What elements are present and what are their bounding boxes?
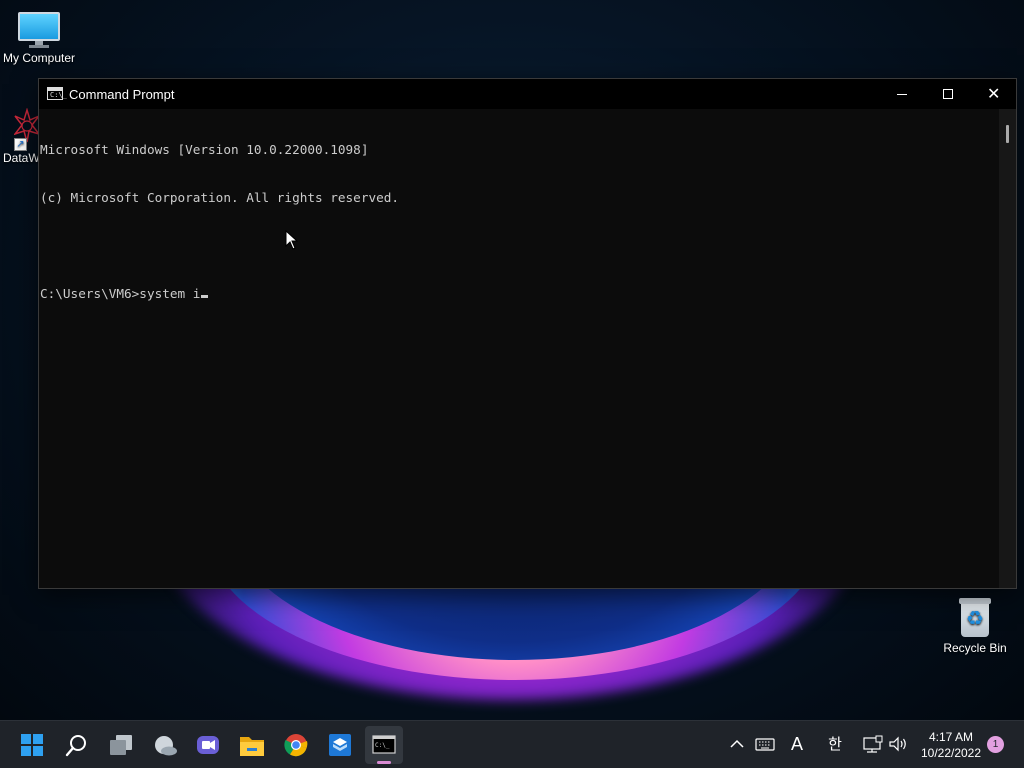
maximize-icon [943, 89, 953, 99]
network-icon [863, 735, 883, 753]
close-button[interactable]: ✕ [970, 79, 1016, 109]
taskbar[interactable]: C:\_ A 한 4:17 AM 10/22/2022 [0, 720, 1024, 768]
input-mode-indicator[interactable]: A [786, 733, 808, 755]
maximize-button[interactable] [925, 79, 971, 109]
desktop-icon-label: My Computer [2, 51, 76, 65]
start-button[interactable] [13, 726, 51, 764]
window-title: Command Prompt [69, 87, 175, 102]
volume-icon [889, 736, 906, 752]
close-icon: ✕ [987, 84, 1001, 103]
desktop-icon-dataw[interactable]: ↗ DataW [0, 108, 40, 165]
shortcut-arrow-icon: ↗ [14, 138, 27, 151]
show-hidden-icons-button[interactable] [726, 733, 748, 755]
sandbox-button[interactable] [321, 726, 359, 764]
terminal-icon: C:\_ [372, 735, 396, 754]
file-explorer-button[interactable] [233, 726, 271, 764]
clock-date: 10/22/2022 [920, 746, 982, 760]
notification-badge[interactable]: 1 [987, 736, 1004, 753]
mouse-pointer-icon [285, 230, 299, 250]
minimize-button[interactable] [879, 79, 925, 109]
keyboard-icon [755, 738, 775, 751]
monitor-icon [18, 12, 60, 48]
console-line: (c) Microsoft Corporation. All rights re… [40, 190, 400, 205]
console-input-text[interactable]: C:\Users\VM6>system i [40, 286, 200, 301]
chevron-up-icon [730, 739, 744, 748]
clock-time: 4:17 AM [928, 730, 974, 744]
windows-start-icon [21, 734, 43, 756]
chat-button[interactable] [189, 726, 227, 764]
desktop-icon-label: DataW [3, 151, 40, 165]
network-button[interactable] [861, 733, 885, 755]
desktop-icon-recycle-bin[interactable]: ♻ Recycle Bin [940, 596, 1010, 655]
recycle-bin-icon: ♻ [958, 596, 992, 638]
minimize-icon [897, 94, 907, 95]
terminal-icon[interactable]: C:\_ [47, 87, 67, 100]
clock[interactable]: 4:17 AM 10/22/2022 [916, 729, 986, 761]
volume-button[interactable] [887, 733, 909, 755]
command-prompt-taskbar-button[interactable]: C:\_ [365, 726, 403, 764]
task-view-button[interactable] [102, 726, 140, 764]
chrome-icon [284, 734, 308, 757]
window-titlebar[interactable]: C:\_ Command Prompt ✕ [39, 79, 1016, 109]
active-app-indicator [377, 761, 391, 764]
console-prompt-line[interactable]: C:\Users\VM6>system i [40, 286, 999, 302]
task-view-icon [110, 735, 132, 755]
chrome-button[interactable] [277, 726, 315, 764]
chat-icon [197, 736, 219, 754]
desktop-icon-label: Recycle Bin [943, 641, 1007, 655]
command-prompt-window[interactable]: C:\_ Command Prompt ✕ Microsoft Windows … [38, 78, 1017, 589]
touch-keyboard-button[interactable] [753, 733, 777, 755]
vertical-scrollbar[interactable] [999, 109, 1016, 588]
scrollbar-thumb[interactable] [1006, 125, 1009, 143]
search-icon [65, 735, 86, 757]
svg-text:C:\_: C:\_ [375, 742, 390, 749]
text-cursor [201, 295, 209, 298]
desktop-icon-my-computer[interactable]: My Computer [0, 8, 78, 65]
widgets-button[interactable] [146, 726, 184, 764]
folder-icon [240, 737, 264, 756]
sandbox-icon [329, 734, 351, 756]
search-button[interactable] [57, 726, 95, 764]
console-line: Microsoft Windows [Version 10.0.22000.10… [40, 142, 369, 157]
console-output[interactable]: Microsoft Windows [Version 10.0.22000.10… [39, 109, 999, 588]
ime-language-indicator[interactable]: 한 [824, 733, 846, 755]
widgets-weather-icon [155, 736, 177, 756]
